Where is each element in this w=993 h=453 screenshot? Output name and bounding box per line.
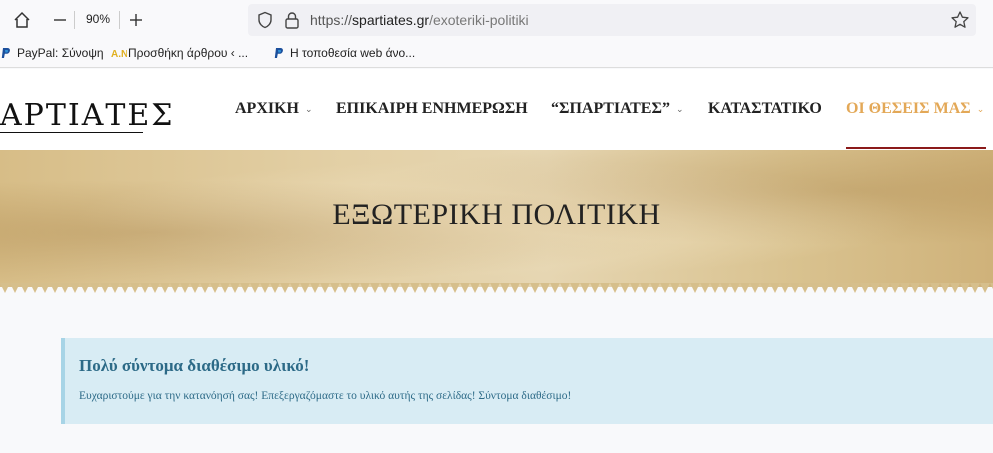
lock-icon[interactable]: [284, 11, 300, 29]
banner-zigzag-edge: [0, 283, 993, 293]
notice-box: Πολύ σύντομα διαθέσιμο υλικό! Ευχαριστού…: [61, 338, 993, 424]
chevron-down-icon: ⌄: [976, 103, 985, 114]
paypal-icon: [0, 47, 12, 59]
site-logo[interactable]: ΑΡΤΙΑΤΕΣ: [0, 99, 175, 133]
active-nav-underline: [846, 147, 986, 149]
url-scheme: https://: [310, 12, 353, 28]
toolbar-divider: [119, 11, 120, 29]
bookmarks-bar: PayPal: Σύνοψη A.N Προσθήκη άρθρου ‹ ...…: [0, 40, 993, 68]
bookmark-label: Προσθήκη άρθρου ‹ ...: [128, 46, 249, 60]
nav-item-spartiates[interactable]: “ΣΠΑΡΤΙΑΤΕΣ” ⌄: [551, 100, 683, 118]
nav-item-positions[interactable]: ΟΙ ΘΕΣΕΙΣ ΜΑΣ ⌄: [846, 100, 984, 118]
nav-label: ΕΠΙΚΑΙΡΗ ΕΝΗΜΕΡΩΣΗ: [336, 100, 528, 117]
url-domain: spartiates.gr: [352, 12, 430, 28]
bookmark-item[interactable]: A.N Προσθήκη άρθρου ‹ ...: [111, 46, 248, 60]
bookmark-item[interactable]: Η τοποθεσία web άνο...: [273, 46, 415, 60]
site-header: ΑΡΤΙΑΤΕΣ ΑΡΧΙΚΗ ⌄ ΕΠΙΚΑΙΡΗ ΕΝΗΜΕΡΩΣΗ “ΣΠ…: [0, 69, 993, 150]
an-icon: A.N: [111, 47, 128, 60]
logo-underline: [0, 132, 143, 133]
paypal-icon: [273, 47, 285, 59]
chevron-down-icon: ⌄: [305, 103, 313, 114]
nav-label: ΑΡΧΙΚΗ: [235, 100, 299, 117]
bookmark-star-icon[interactable]: [950, 10, 970, 30]
nav-label: ΚΑΤΑΣΤΑΤΙΚΟ: [708, 100, 822, 117]
bookmark-label: Η τοποθεσία web άνο...: [290, 46, 416, 60]
address-bar[interactable]: https://spartiates.gr/exoteriki-politiki: [248, 4, 976, 36]
bookmark-item[interactable]: PayPal: Σύνοψη: [0, 46, 104, 60]
browser-toolbar: 90% https://spartiates.gr/exoteriki-poli…: [0, 0, 993, 40]
zoom-in-button[interactable]: [126, 10, 146, 30]
home-icon[interactable]: [12, 10, 32, 30]
chevron-down-icon: ⌄: [675, 103, 684, 114]
svg-text:A.N: A.N: [111, 49, 127, 59]
page-banner: ΕΞΩΤΕΡΙΚΗ ΠΟΛΙΤΙΚΗ: [0, 150, 993, 287]
nav-label: ΟΙ ΘΕΣΕΙΣ ΜΑΣ: [846, 100, 971, 117]
zoom-out-button[interactable]: [50, 10, 70, 30]
notice-text: Ευχαριστούμε για την κατανόησή σας! Επεξ…: [79, 390, 572, 402]
toolbar-divider: [74, 11, 75, 29]
nav-label: “ΣΠΑΡΤΙΑΤΕΣ”: [551, 100, 670, 117]
zoom-level[interactable]: 90%: [80, 12, 116, 28]
bookmark-label: PayPal: Σύνοψη: [17, 46, 104, 60]
notice-title: Πολύ σύντομα διαθέσιμο υλικό!: [79, 356, 310, 375]
nav-item-statute[interactable]: ΚΑΤΑΣΤΑΤΙΚΟ: [708, 100, 822, 118]
url-text[interactable]: https://spartiates.gr/exoteriki-politiki: [310, 12, 529, 28]
nav-item-home[interactable]: ΑΡΧΙΚΗ ⌄: [235, 100, 313, 118]
url-path: /exoteriki-politiki: [429, 12, 529, 28]
page-title: ΕΞΩΤΕΡΙΚΗ ΠΟΛΙΤΙΚΗ: [332, 198, 661, 231]
nav-item-news[interactable]: ΕΠΙΚΑΙΡΗ ΕΝΗΜΕΡΩΣΗ: [336, 100, 528, 118]
shield-icon[interactable]: [256, 11, 274, 29]
